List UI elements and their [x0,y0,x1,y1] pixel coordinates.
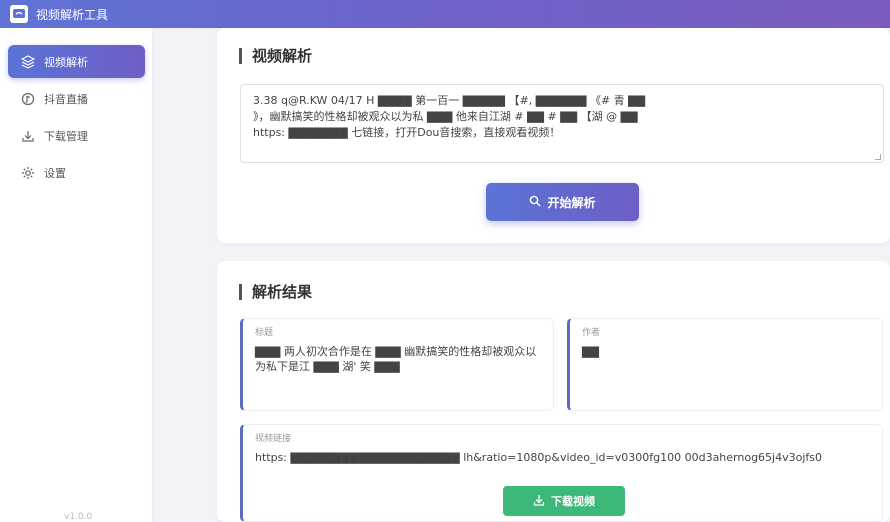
author-field-value: ▇▇ [582,345,599,358]
title-field-value: ▇▇▇ 两人初次合作是在 ▇▇▇ 幽默搞笑的性格却被观众以为私下是江 ▇▇▇ 湖… [255,345,537,373]
download-video-label: 下载视频 [551,495,595,508]
download-icon [533,494,545,509]
result-section-title: 解析结果 [239,284,312,300]
video-link-value[interactable]: https: ▇▇▇▇▇▇▇▇▇▇▇▇▇▇▇▇▇▇▇▇ lh&ratio=108… [255,450,870,465]
gear-icon [20,165,36,181]
app-logo-icon [10,5,28,23]
input-line: 3.38 q@R.KW 04/17 H ▇▇▇▇ 第一百一 ▇▇▇▇▇ 【#, … [253,94,646,107]
sidebar-item-label: 抖音直播 [44,92,88,106]
input-line: https: ▇▇▇▇▇▇▇ 七链接，打开Dou音搜索，直接观看视频！ [253,126,561,139]
live-icon [20,91,36,107]
download-icon [20,128,36,144]
title-bar: 视频解析工具 [0,0,890,28]
sidebar-item-label: 视频解析 [44,55,88,69]
author-field-label: 作者 [582,328,601,338]
start-parse-button[interactable]: 开始解析 [486,183,639,221]
sidebar-item-label: 设置 [44,166,66,180]
title-field: 标题 ▇▇▇ 两人初次合作是在 ▇▇▇ 幽默搞笑的性格却被观众以为私下是江 ▇▇… [240,318,554,411]
title-field-label: 标题 [255,328,274,338]
start-parse-label: 开始解析 [547,195,596,210]
app-title: 视频解析工具 [36,7,109,22]
sidebar-item-douyin-live[interactable]: 抖音直播 [8,82,145,115]
sidebar: 视频解析 抖音直播 下载管理 设置 v1.0.0 [0,28,153,522]
sidebar-item-download-manager[interactable]: 下载管理 [8,119,145,152]
input-line: 》，幽默搞笑的性格却被观众以为私 ▇▇▇ 他来自江湖 # ▇▇ # ▇▇ 【湖 … [253,110,638,123]
video-link-label: 视频链接 [255,434,292,444]
search-icon [529,195,541,210]
download-video-button[interactable]: 下载视频 [503,486,625,516]
sidebar-item-settings[interactable]: 设置 [8,156,145,189]
version-label: v1.0.0 [64,512,93,522]
sidebar-item-label: 下载管理 [44,129,88,143]
parse-section-title: 视频解析 [239,48,312,64]
resize-handle[interactable] [875,154,881,160]
sidebar-item-video-parse[interactable]: 视频解析 [8,45,145,78]
author-field: 作者 ▇▇ [567,318,883,411]
layers-icon [20,54,36,70]
share-text-input[interactable]: 3.38 q@R.KW 04/17 H ▇▇▇▇ 第一百一 ▇▇▇▇▇ 【#, … [240,84,884,163]
